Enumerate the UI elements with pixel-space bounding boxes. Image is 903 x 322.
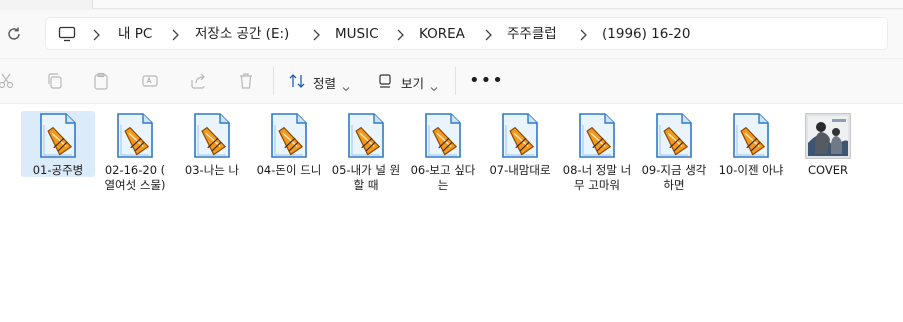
chevron-right-icon bbox=[578, 27, 588, 41]
file-list: 01-공주병 02-16-20 ( 열여섯 스물) 03-나는 나 04-돈이 … bbox=[0, 104, 903, 322]
audio-file-icon bbox=[269, 113, 309, 159]
chevron-right-icon bbox=[483, 27, 493, 41]
audio-file-icon bbox=[731, 113, 771, 159]
file-name: 10-이젠 아냐 bbox=[718, 163, 784, 177]
chevron-right-icon bbox=[91, 27, 101, 41]
toolbar-divider bbox=[273, 67, 274, 95]
audio-file-icon bbox=[500, 113, 540, 159]
file-item[interactable]: 01-공주병 bbox=[21, 111, 95, 177]
chevron-down-icon bbox=[342, 77, 350, 92]
file-name: 07-내맘대로 bbox=[489, 163, 551, 177]
file-item[interactable]: 07-내맘대로 bbox=[483, 111, 557, 211]
breadcrumb-item[interactable]: 저장소 공간 (E:) bbox=[195, 26, 289, 42]
view-button[interactable]: 보기 bbox=[401, 73, 424, 92]
title-strip bbox=[0, 0, 903, 10]
file-name: 02-16-20 ( 열여섯 스물) bbox=[104, 163, 166, 192]
file-name: 05-내가 널 원할 때 bbox=[331, 163, 401, 192]
sort-icon[interactable] bbox=[285, 69, 309, 93]
breadcrumb-item[interactable]: KOREA bbox=[419, 26, 465, 42]
audio-file-icon bbox=[38, 113, 78, 159]
copy-icon[interactable] bbox=[43, 69, 67, 93]
chevron-right-icon bbox=[395, 27, 405, 41]
file-name: 01-공주병 bbox=[32, 163, 84, 177]
file-name: 06-보고 싶다는 bbox=[410, 163, 476, 192]
breadcrumb-item-current[interactable]: (1996) 16-20 bbox=[602, 26, 690, 42]
share-icon[interactable] bbox=[186, 69, 210, 93]
file-item[interactable]: 02-16-20 ( 열여섯 스물) bbox=[98, 111, 172, 211]
audio-file-icon bbox=[654, 113, 694, 159]
tab-edge bbox=[92, 0, 903, 9]
chevron-right-icon bbox=[311, 27, 321, 41]
file-name: 04-돈이 드니 bbox=[256, 163, 322, 177]
file-item[interactable]: 04-돈이 드니 bbox=[252, 111, 326, 211]
delete-icon[interactable] bbox=[234, 69, 258, 93]
audio-file-icon bbox=[577, 113, 617, 159]
file-item[interactable]: 09-지금 생각하면 bbox=[637, 111, 711, 211]
breadcrumb-item[interactable]: 내 PC bbox=[118, 26, 152, 42]
address-bar[interactable]: 내 PC 저장소 공간 (E:) MUSIC KOREA 주주클럽 (1996)… bbox=[45, 17, 888, 50]
breadcrumb-item[interactable]: MUSIC bbox=[335, 26, 379, 42]
chevron-right-icon bbox=[170, 27, 180, 41]
audio-file-icon bbox=[346, 113, 386, 159]
audio-file-icon bbox=[192, 113, 232, 159]
file-name: 09-지금 생각하면 bbox=[641, 163, 707, 192]
command-bar: 정렬 보기 ••• bbox=[0, 59, 903, 103]
breadcrumb-item[interactable]: 주주클럽 bbox=[507, 26, 557, 42]
file-item[interactable]: 03-나는 나 bbox=[175, 111, 249, 211]
toolbar-divider bbox=[455, 67, 456, 95]
sort-button[interactable]: 정렬 bbox=[313, 73, 336, 92]
file-item[interactable]: 05-내가 널 원할 때 bbox=[329, 111, 403, 211]
file-item[interactable]: 08-너 정말 너무 고마워 bbox=[560, 111, 634, 211]
file-item[interactable]: 06-보고 싶다는 bbox=[406, 111, 480, 211]
address-row: 내 PC 저장소 공간 (E:) MUSIC KOREA 주주클럽 (1996)… bbox=[0, 10, 903, 58]
file-name: 08-너 정말 너무 고마워 bbox=[562, 163, 632, 192]
file-item[interactable]: 10-이젠 아냐 bbox=[714, 111, 788, 211]
computer-icon[interactable] bbox=[58, 26, 76, 42]
file-item[interactable]: COVER bbox=[791, 111, 865, 211]
rename-icon[interactable] bbox=[138, 69, 162, 93]
image-thumbnail-icon bbox=[805, 113, 851, 159]
file-name: 03-나는 나 bbox=[184, 163, 240, 177]
refresh-icon[interactable] bbox=[4, 24, 24, 44]
audio-file-icon bbox=[423, 113, 463, 159]
view-icon[interactable] bbox=[373, 69, 397, 93]
chevron-down-icon bbox=[430, 77, 438, 92]
file-name: COVER bbox=[807, 163, 848, 177]
more-options-button[interactable]: ••• bbox=[469, 70, 504, 91]
cut-icon[interactable] bbox=[0, 69, 18, 93]
paste-icon[interactable] bbox=[89, 69, 113, 93]
audio-file-icon bbox=[115, 113, 155, 159]
